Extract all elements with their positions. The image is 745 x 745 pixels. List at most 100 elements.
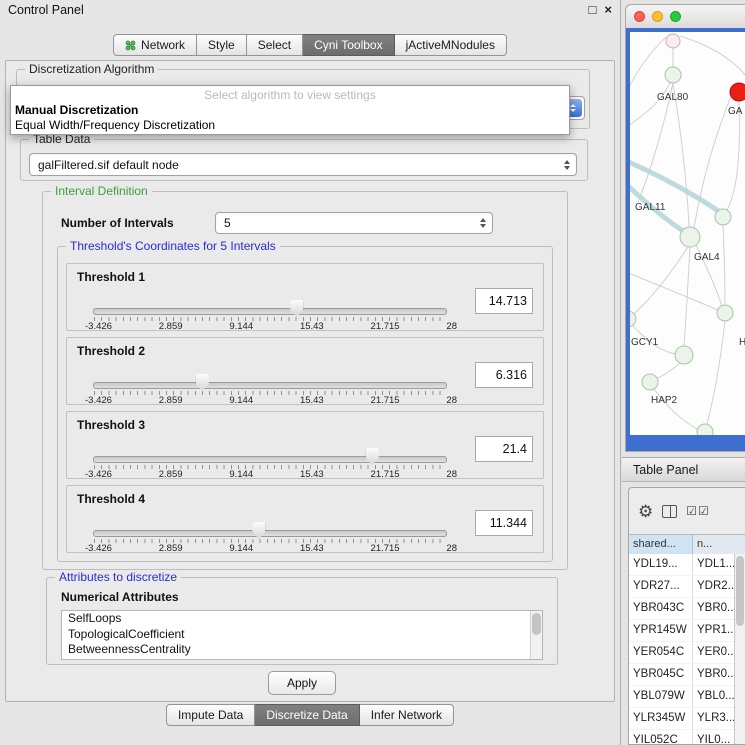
table-cell: YER0... <box>693 642 735 663</box>
attributes-group-label: Attributes to discretize <box>55 570 181 584</box>
threshold-slider[interactable]: -3.4262.8599.14415.4321.71528 <box>93 448 447 476</box>
table-data-group: Table Data galFiltered.sif default node <box>20 139 588 181</box>
tab-impute-data[interactable]: Impute Data <box>166 704 255 726</box>
network-graph[interactable]: GAL80GAL11GAL4GCY1HAP2GAH <box>630 32 745 436</box>
threshold-panel-1: Threshold 1 -3.4262.8599.14415.4321.7152… <box>66 263 544 331</box>
table-row[interactable]: YER054CYER0... <box>629 642 735 664</box>
network-node[interactable] <box>715 209 731 225</box>
dropdown-option-manual-discretization[interactable]: Manual Discretization <box>11 103 569 118</box>
network-node[interactable] <box>642 374 658 390</box>
table-row[interactable]: YIL052CYIL0... <box>629 730 735 745</box>
list-item[interactable]: TopologicalCoefficient <box>62 627 542 643</box>
number-of-intervals-combobox[interactable]: 5 <box>215 212 493 234</box>
network-window: GAL80GAL11GAL4GCY1HAP2GAH <box>625 4 745 452</box>
tab-style[interactable]: Style <box>197 34 247 56</box>
table-scrollbar[interactable] <box>734 554 745 744</box>
threshold-panel-2: Threshold 2 -3.4262.8599.14415.4321.7152… <box>66 337 544 405</box>
network-window-titlebar[interactable] <box>626 5 745 28</box>
table-row[interactable]: YLR345WYLR3... <box>629 708 735 730</box>
tab-label: jActiveMNodules <box>406 38 495 52</box>
threshold-slider[interactable]: -3.4262.8599.14415.4321.71528 <box>93 300 447 328</box>
table-cell: YBL079W <box>629 686 693 707</box>
list-item[interactable]: SelfLoops <box>62 611 542 627</box>
tab-select[interactable]: Select <box>247 34 303 56</box>
table-cell: YBR045C <box>629 664 693 685</box>
tick-label: -3.426 <box>85 469 112 480</box>
tab-network[interactable]: Network <box>113 34 197 56</box>
tick-label: 28 <box>446 321 457 332</box>
tick-label: 2.859 <box>159 395 183 406</box>
network-node[interactable] <box>665 67 681 83</box>
combo-arrows-icon <box>564 160 570 170</box>
network-node[interactable] <box>675 346 693 364</box>
table-row[interactable]: YBR045CYBR0... <box>629 664 735 686</box>
tab-infer-network[interactable]: Infer Network <box>360 704 454 726</box>
threshold-value-field[interactable]: 21.4 <box>475 436 533 462</box>
table-row[interactable]: YPR145WYPR1... <box>629 620 735 642</box>
close-icon[interactable]: × <box>604 0 612 20</box>
columns-icon[interactable] <box>662 505 677 518</box>
threshold-label: Threshold 2 <box>77 344 145 358</box>
threshold-value-field[interactable]: 14.713 <box>475 288 533 314</box>
float-icon[interactable]: □ <box>589 0 597 20</box>
list-scrollbar[interactable] <box>530 611 542 659</box>
node-label: H <box>739 337 745 348</box>
table-cell: YBL0... <box>693 686 735 707</box>
slider-track[interactable] <box>93 308 447 315</box>
network-node-selected[interactable] <box>730 83 745 101</box>
dropdown-placeholder: Select algorithm to view settings <box>11 88 569 103</box>
window-title: Control Panel <box>8 3 84 17</box>
tab-label: Style <box>208 38 235 52</box>
network-node[interactable] <box>697 424 713 436</box>
control-panel-window: Control Panel □ × Network Style Select <box>0 0 621 745</box>
threshold-slider[interactable]: -3.4262.8599.14415.4321.71528 <box>93 522 447 550</box>
slider-track[interactable] <box>93 530 447 537</box>
table-toolbar: ⚙ ☑☑ <box>629 488 745 534</box>
table-cell: YER054C <box>629 642 693 663</box>
table-cell: YBR0... <box>693 664 735 685</box>
gear-icon[interactable]: ⚙ <box>638 503 653 520</box>
table-cell: YDL1... <box>693 554 735 575</box>
slider-tick-labels: -3.4262.8599.14415.4321.71528 <box>85 395 457 406</box>
network-canvas[interactable]: GAL80GAL11GAL4GCY1HAP2GAH <box>626 28 745 451</box>
numerical-attributes-list[interactable]: SelfLoopsTopologicalCoefficientBetweenne… <box>61 610 543 660</box>
threshold-value-field[interactable]: 11.344 <box>475 510 533 536</box>
minimize-traffic-light[interactable] <box>652 11 663 22</box>
threshold-value-field[interactable]: 6.316 <box>475 362 533 388</box>
list-item[interactable]: BetweennessCentrality <box>62 642 542 658</box>
threshold-slider[interactable]: -3.4262.8599.14415.4321.71528 <box>93 374 447 402</box>
checkbox-icons[interactable]: ☑☑ <box>686 504 710 518</box>
table-row[interactable]: YDL19...YDL1... <box>629 554 735 576</box>
apply-button[interactable]: Apply <box>268 671 336 695</box>
slider-track[interactable] <box>93 456 447 463</box>
network-node[interactable] <box>680 227 700 247</box>
tab-discretize-data[interactable]: Discretize Data <box>255 704 359 726</box>
table-row[interactable]: YBL079WYBL0... <box>629 686 735 708</box>
tick-label: 9.144 <box>229 321 253 332</box>
network-node[interactable] <box>666 34 680 48</box>
table-row[interactable]: YBR043CYBR0... <box>629 598 735 620</box>
table-panel-header[interactable]: Table Panel <box>622 457 745 482</box>
slider-tick-labels: -3.4262.8599.14415.4321.71528 <box>85 543 457 554</box>
tab-cyni-toolbox[interactable]: Cyni Toolbox <box>303 34 394 56</box>
tick-label: 9.144 <box>229 395 253 406</box>
close-traffic-light[interactable] <box>634 11 645 22</box>
cyni-toolbox-panel: Discretization Algorithm Select algorith… <box>5 60 615 702</box>
tick-label: 21.715 <box>371 395 400 406</box>
node-label: GAL80 <box>657 92 689 103</box>
tab-jactivemnodules[interactable]: jActiveMNodules <box>395 34 507 56</box>
number-of-intervals-label: Number of Intervals <box>61 216 174 230</box>
table-data-combobox[interactable]: galFiltered.sif default node <box>29 153 577 176</box>
tick-label: 2.859 <box>159 543 183 554</box>
dropdown-option-equal-width-frequency[interactable]: Equal Width/Frequency Discretization <box>11 118 569 133</box>
slider-track[interactable] <box>93 382 447 389</box>
column-header-name[interactable]: n... <box>693 535 745 555</box>
scrollbar-thumb[interactable] <box>736 556 744 626</box>
zoom-traffic-light[interactable] <box>670 11 681 22</box>
column-header-shared-name[interactable]: shared... <box>629 535 693 555</box>
table-cell: YLR3... <box>693 708 735 729</box>
table-row[interactable]: YDR27...YDR2... <box>629 576 735 598</box>
network-node[interactable] <box>717 305 733 321</box>
scrollbar-thumb[interactable] <box>532 613 541 635</box>
tick-label: 28 <box>446 469 457 480</box>
